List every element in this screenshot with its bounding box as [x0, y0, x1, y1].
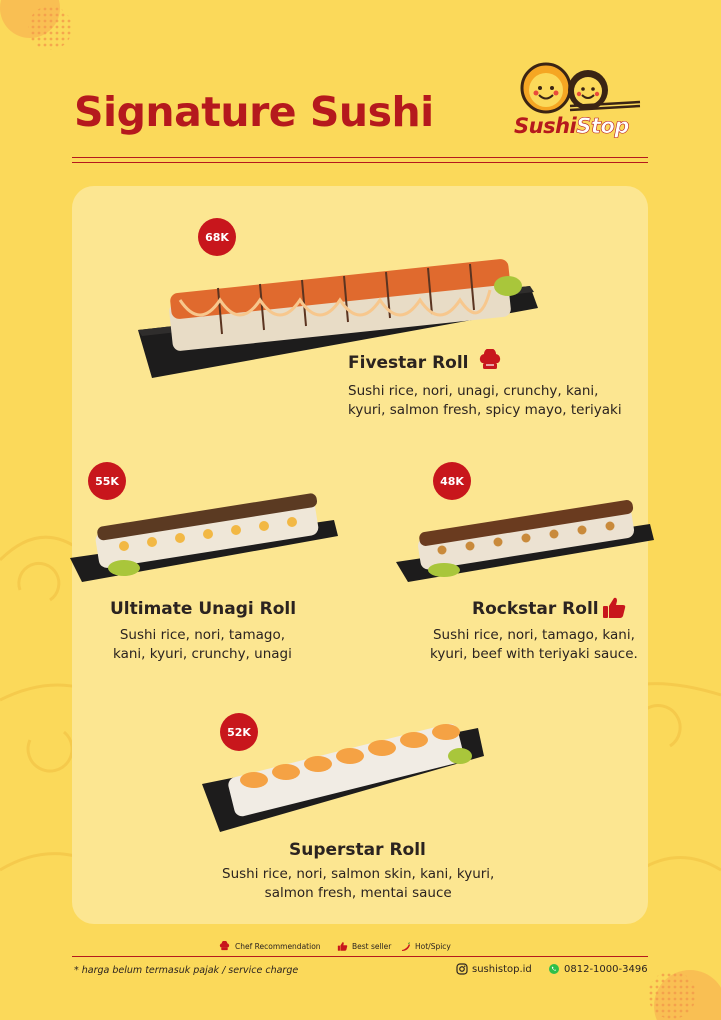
item-description-line: Sushi rice, nori, tamago, kani, — [432, 627, 635, 643]
footer-divider — [72, 956, 648, 957]
item-name: Superstar Roll — [289, 840, 426, 860]
item-description: Sushi rice, nori, unagi, crunchy, kani, … — [348, 382, 622, 420]
instagram-handle: sushistop.id — [472, 963, 532, 975]
item-description-line: kani, kyuri, crunchy, unagi — [113, 646, 292, 662]
brand-part1: Sushi — [514, 114, 577, 138]
chef-hat-icon — [219, 941, 230, 951]
menu-page: Signature Sushi SushiStop 68K Fivestar R… — [0, 0, 721, 1020]
item-name: Rockstar Roll — [472, 599, 599, 619]
chili-icon — [402, 942, 410, 951]
item-description-line: Sushi rice, nori, tamago, — [119, 627, 286, 643]
page-title: Signature Sushi — [74, 88, 434, 136]
whatsapp-icon — [549, 964, 559, 974]
thumbs-up-icon — [337, 942, 348, 951]
header-divider-top — [72, 157, 648, 158]
price-badge: 68K — [198, 218, 236, 256]
rockstar-roll-image — [396, 500, 654, 582]
legend-hot-spicy: Hot/Spicy — [400, 941, 451, 952]
legend-best-seller: Best seller — [337, 941, 391, 952]
whatsapp-contact: 0812-1000-3496 — [548, 963, 648, 975]
instagram-contact: sushistop.id — [456, 963, 532, 975]
item-description-line: kyuri, beef with teriyaki sauce. — [430, 646, 638, 662]
legend-label: Hot/Spicy — [415, 942, 451, 951]
tax-footnote: * harga belum termasuk pajak / service c… — [74, 965, 299, 976]
brand-wordmark: SushiStop — [514, 114, 644, 139]
instagram-icon — [456, 963, 468, 975]
legend-label: Chef Recommendation — [235, 942, 321, 951]
item-description: Sushi rice, nori, tamago, kani, kyuri, c… — [113, 626, 292, 664]
item-description-line: Sushi rice, nori, salmon skin, kani, kyu… — [222, 866, 495, 882]
whatsapp-number: 0812-1000-3496 — [564, 963, 648, 975]
price-badge: 52K — [220, 713, 258, 751]
item-description-line: Sushi rice, nori, unagi, crunchy, kani, — [348, 383, 599, 399]
thumbs-up-icon — [603, 597, 626, 618]
item-description-line: salmon fresh, mentai sauce — [264, 885, 452, 901]
price-badge: 55K — [88, 462, 126, 500]
item-description: Sushi rice, nori, salmon skin, kani, kyu… — [222, 865, 494, 903]
legend-label: Best seller — [352, 942, 392, 951]
item-name: Fivestar Roll — [348, 353, 469, 373]
item-name: Ultimate Unagi Roll — [110, 599, 297, 619]
logo-mascot-icon — [520, 62, 641, 114]
brand-part2: Stop — [576, 114, 630, 139]
ultimate-unagi-roll-image — [70, 493, 338, 582]
header-divider-bottom — [72, 162, 648, 163]
legend-chef-recommendation: Chef Recommendation — [218, 941, 321, 952]
price-badge: 48K — [433, 462, 471, 500]
item-description-line: kyuri, salmon fresh, spicy mayo, teriyak… — [348, 402, 622, 418]
sushistop-logo: SushiStop — [514, 62, 644, 144]
item-description: Sushi rice, nori, tamago, kani, kyuri, b… — [430, 626, 638, 664]
chef-hat-icon — [479, 349, 501, 369]
